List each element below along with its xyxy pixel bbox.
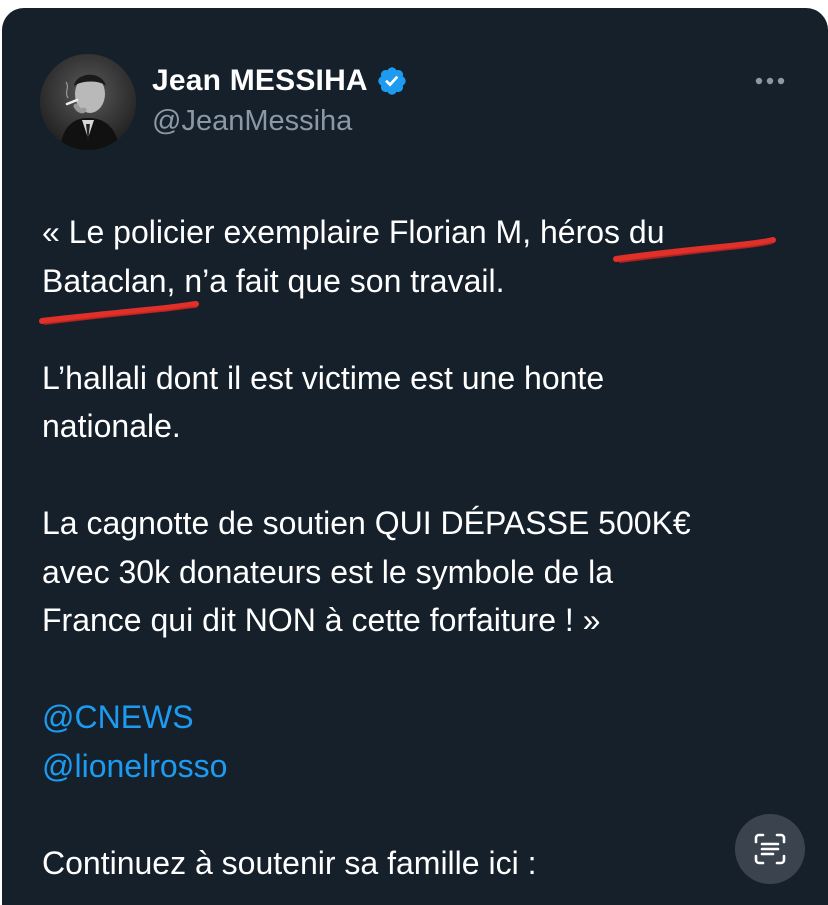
author-display-name[interactable]: Jean MESSIHA bbox=[152, 64, 368, 98]
tweet-paragraph-2: L’hallali dont il est victime est une ho… bbox=[42, 359, 605, 445]
tweet-card: Jean MESSIHA @JeanMessiha « Le policier … bbox=[2, 8, 828, 905]
author-name-row[interactable]: Jean MESSIHA bbox=[152, 64, 408, 98]
mention-link-lionelrosso[interactable]: @lionelrosso bbox=[42, 742, 227, 791]
tweet-line-2: Bataclan, n’a fait que son travail. bbox=[42, 262, 505, 299]
tweet-body: « Le policier exemplaire Florian M, héro… bbox=[42, 208, 802, 887]
live-text-icon bbox=[754, 833, 786, 865]
mention-link-cnews[interactable]: @CNEWS bbox=[42, 693, 194, 742]
tweet-paragraph-3: La cagnotte de soutien QUI DÉPASSE 500K€… bbox=[42, 505, 691, 638]
author-handle[interactable]: @JeanMessiha bbox=[152, 105, 352, 138]
more-horizontal-icon[interactable] bbox=[752, 72, 788, 90]
tweet-mentions: @CNEWS @lionelrosso bbox=[42, 693, 802, 790]
tweet-paragraph-4: Continuez à soutenir sa famille ici : bbox=[42, 844, 537, 881]
author-avatar[interactable] bbox=[40, 54, 136, 150]
tweet-line-1: « Le policier exemplaire Florian M, héro… bbox=[42, 214, 665, 250]
verified-badge-icon bbox=[378, 67, 406, 95]
avatar-photo-icon bbox=[40, 54, 136, 150]
live-text-button[interactable] bbox=[735, 814, 805, 884]
